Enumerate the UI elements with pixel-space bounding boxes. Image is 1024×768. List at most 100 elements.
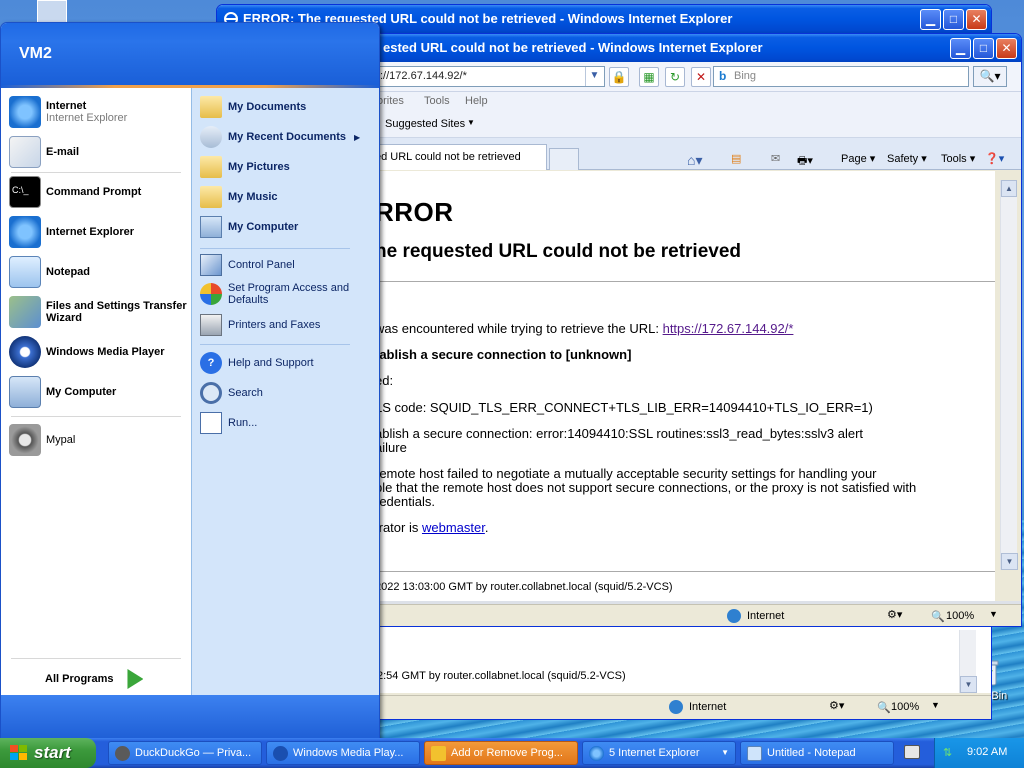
tab-row: ed URL could not be retrieved ⌂▾ ▤ ✉ 🖶▾ …: [375, 138, 1021, 170]
minimize-button[interactable]: ▁: [920, 9, 941, 30]
folder-pictures-icon: [200, 156, 222, 178]
recent-windows-media-player[interactable]: Windows Media Player: [9, 336, 187, 368]
set-program-access-label: Set Program Access and Defaults: [228, 282, 350, 306]
taskbar-button-duckduckgo[interactable]: DuckDuckGo — Priva...: [108, 741, 262, 765]
control-panel-item[interactable]: Control Panel: [200, 254, 379, 276]
taskbar-button-internet-explorer-group[interactable]: 5 Internet Explorer ▼: [582, 741, 736, 765]
new-tab-button[interactable]: [549, 148, 579, 170]
recent-internet-explorer[interactable]: Internet Explorer: [9, 216, 187, 248]
run-item[interactable]: Run...: [200, 412, 379, 434]
close-button[interactable]: ✕: [996, 38, 1017, 59]
zoom-dropdown-icon[interactable]: ▼: [989, 609, 998, 619]
network-icon[interactable]: ⇅: [943, 746, 952, 759]
separator: [11, 658, 181, 659]
separator: [11, 416, 181, 417]
menu-tools[interactable]: Tools: [424, 95, 450, 107]
ie-front-scrollbar[interactable]: ▲ ▼: [1000, 180, 1018, 570]
start-button[interactable]: start: [0, 738, 96, 768]
tab-active[interactable]: ed URL could not be retrieved: [375, 144, 547, 170]
search-item[interactable]: Search: [200, 382, 379, 404]
set-program-access-item[interactable]: Set Program Access and Defaults: [200, 282, 379, 306]
refresh-icon[interactable]: ↻: [665, 67, 685, 87]
menu-help[interactable]: Help: [465, 95, 488, 107]
recent-notepad[interactable]: Notepad: [9, 256, 187, 288]
clock[interactable]: 9:02 AM: [967, 746, 1007, 758]
ie-window-front[interactable]: ested URL could not be retrieved - Windo…: [374, 33, 1022, 627]
webmaster-link[interactable]: webmaster: [422, 520, 485, 535]
address-input[interactable]: ://172.67.144.92/*: [375, 66, 605, 87]
compatibility-view-icon[interactable]: ▦: [639, 67, 659, 87]
error-url-link[interactable]: https://172.67.144.92/*: [663, 321, 794, 336]
help-support-item[interactable]: ? Help and Support: [200, 352, 379, 374]
recent-my-computer[interactable]: My Computer: [9, 376, 187, 408]
maximize-button[interactable]: □: [973, 38, 994, 59]
help-icon: ?: [200, 352, 222, 374]
scroll-up-icon[interactable]: ▲: [1001, 180, 1017, 197]
zoom-dropdown-icon[interactable]: ▼: [931, 700, 940, 710]
safety-menu[interactable]: Safety ▾: [887, 152, 927, 165]
control-panel-label: Control Panel: [228, 259, 295, 271]
ie-back-scrollbar[interactable]: ▼: [959, 630, 977, 693]
taskbar-button-media-player[interactable]: Windows Media Play...: [266, 741, 420, 765]
zone-label: Internet: [689, 701, 727, 713]
stop-icon[interactable]: ✕: [691, 67, 711, 87]
taskbar-button-notepad[interactable]: Untitled - Notepad: [740, 741, 894, 765]
recent-files-settings-wizard[interactable]: Files and Settings Transfer Wizard: [9, 296, 187, 328]
recent-mypal[interactable]: Mypal: [9, 424, 187, 456]
zoom-level[interactable]: 100%: [946, 610, 974, 622]
close-button[interactable]: ✕: [966, 9, 987, 30]
printers-faxes-item[interactable]: Printers and Faxes: [200, 314, 379, 336]
my-computer-item[interactable]: My Computer: [200, 216, 379, 238]
feeds-icon[interactable]: ▤: [731, 152, 741, 165]
search-button[interactable]: 🔍▾: [973, 66, 1007, 87]
print-icon[interactable]: 🖶▾: [797, 152, 813, 171]
tools-menu[interactable]: Tools ▾: [941, 152, 975, 165]
read-mail-icon[interactable]: ✉: [771, 152, 780, 165]
explanation-line-1: remote host failed to negotiate a mutual…: [375, 466, 877, 481]
scroll-down-icon[interactable]: ▼: [960, 676, 977, 693]
suggested-sites-link[interactable]: Suggested Sites: [385, 118, 465, 130]
recent-command-prompt[interactable]: C:\_ Command Prompt: [9, 176, 187, 208]
pinned-internet[interactable]: Internet Internet Explorer: [9, 96, 187, 128]
start-menu: VM2 Internet Internet Explorer E-mail C:\…: [0, 22, 380, 740]
my-pictures-item[interactable]: My Pictures: [200, 156, 379, 178]
start-menu-header: VM2: [1, 23, 379, 85]
zoom-icon[interactable]: 🔍: [877, 701, 891, 714]
my-recent-documents-label: My Recent Documents: [228, 131, 346, 143]
my-documents-item[interactable]: My Documents: [200, 96, 379, 118]
user-name: VM2: [19, 45, 52, 62]
internet-explorer-icon: [9, 216, 41, 248]
explanation-line-2: ble that the remote host does not suppor…: [375, 480, 917, 495]
help-icon[interactable]: ❓▾: [985, 152, 1004, 165]
scroll-down-icon[interactable]: ▼: [1001, 553, 1018, 570]
green-arrow-icon: [127, 669, 144, 689]
my-music-item[interactable]: My Music: [200, 186, 379, 208]
media-player-icon: [273, 746, 288, 761]
address-bar-row: ://172.67.144.92/* ▼ 🔒 ▦ ↻ ✕ Bing b 🔍▾: [375, 62, 1021, 92]
administrator-text: trator is: [375, 520, 422, 535]
separator: [11, 172, 181, 173]
internet-explorer-icon: [589, 746, 604, 761]
protected-mode-icon[interactable]: ⚙▾: [887, 608, 902, 621]
my-recent-documents-item[interactable]: My Recent Documents ▶: [200, 126, 379, 148]
system-tray: ⇅ 9:02 AM: [934, 738, 1024, 768]
page-menu[interactable]: Page ▾: [841, 152, 875, 165]
zoom-level[interactable]: 100%: [891, 701, 919, 713]
minimize-button[interactable]: ▁: [950, 38, 971, 59]
address-dropdown-icon[interactable]: ▼: [585, 67, 603, 86]
maximize-button[interactable]: □: [943, 9, 964, 30]
mypal-label: Mypal: [46, 434, 76, 446]
search-input[interactable]: Bing: [713, 66, 969, 87]
home-icon[interactable]: ⌂▾: [687, 152, 702, 169]
zoom-icon[interactable]: 🔍: [931, 610, 945, 623]
keyboard-icon[interactable]: [904, 745, 920, 759]
protected-mode-icon[interactable]: ⚙▾: [829, 699, 844, 712]
taskbar-button-add-remove-programs[interactable]: Add or Remove Prog...: [424, 741, 578, 765]
lock-icon[interactable]: 🔒: [609, 67, 629, 87]
pinned-email[interactable]: E-mail: [9, 136, 187, 168]
menu-favorites[interactable]: orites: [377, 95, 404, 107]
all-programs-button[interactable]: All Programs: [45, 669, 144, 689]
suggested-sites-dropdown-icon[interactable]: ▼: [467, 118, 475, 127]
start-label: start: [34, 743, 71, 762]
ie-front-titlebar[interactable]: ested URL could not be retrieved - Windo…: [375, 34, 1021, 62]
